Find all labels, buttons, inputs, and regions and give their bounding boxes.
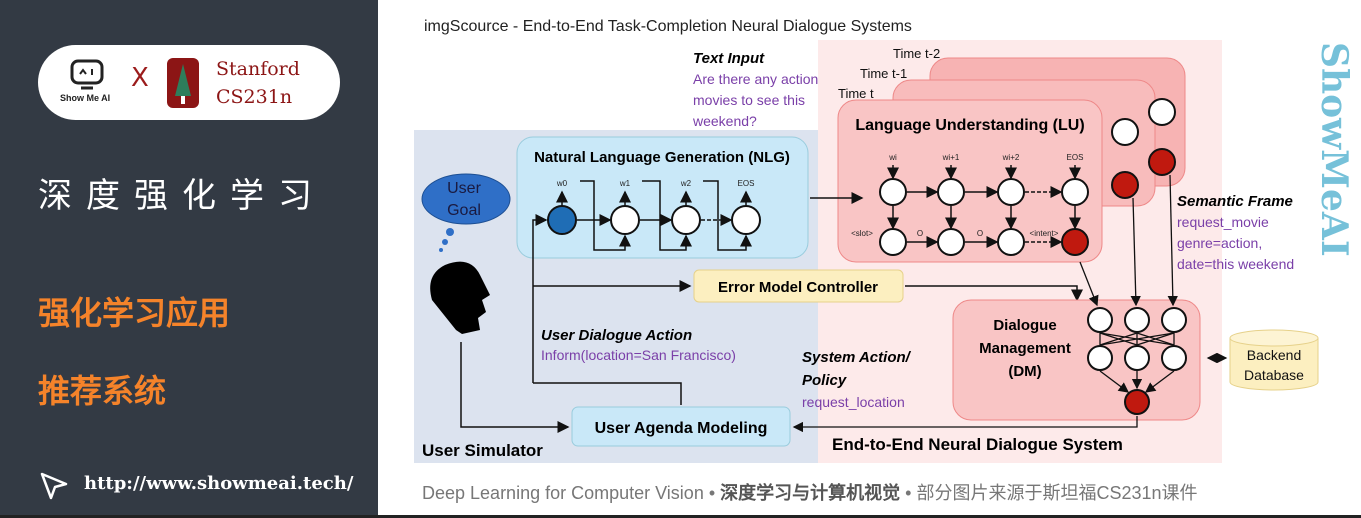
footer-course-en: Deep Learning for Computer Vision bbox=[422, 483, 704, 503]
time-label-t-1: Time t-1 bbox=[860, 66, 907, 81]
semantic-frame-heading: Semantic Frame bbox=[1177, 193, 1293, 210]
text-input-line: movies to see this bbox=[693, 92, 805, 108]
system-action-heading-2: Policy bbox=[802, 372, 847, 389]
lu-token: wi bbox=[888, 153, 897, 162]
lu-token: wi+2 bbox=[1002, 153, 1020, 162]
backend-label: Backend bbox=[1247, 347, 1301, 363]
user-goal-text: User bbox=[447, 180, 481, 197]
time-label-t-2: Time t-2 bbox=[893, 46, 940, 61]
user-simulator-label: User Simulator bbox=[422, 441, 543, 460]
dm-label: Dialogue bbox=[993, 317, 1056, 334]
text-input-heading: Text Input bbox=[693, 50, 765, 67]
showmeai-watermark: ShowMeAI bbox=[1313, 42, 1355, 257]
time-label-t: Time t bbox=[838, 86, 874, 101]
e2e-system-label: End-to-End Neural Dialogue System bbox=[832, 435, 1123, 454]
lu-tag: O bbox=[977, 229, 983, 238]
user-agenda-label: User Agenda Modeling bbox=[595, 420, 768, 437]
backend-database: Backend Database bbox=[1229, 329, 1319, 391]
dialogue-system-diagram: Text Input Are there any action movies t… bbox=[414, 40, 1355, 463]
semantic-frame-line: request_movie bbox=[1177, 214, 1269, 230]
system-action-value: request_location bbox=[802, 394, 905, 410]
footer-sep: • bbox=[900, 483, 917, 503]
lu-title: Language Understanding (LU) bbox=[855, 117, 1084, 134]
nlg-token: w0 bbox=[556, 179, 568, 188]
nlg-token: w2 bbox=[680, 179, 692, 188]
footer: Deep Learning for Computer Vision • 深度学习… bbox=[422, 479, 1198, 505]
nlg-token: EOS bbox=[738, 179, 755, 188]
lu-token: wi+1 bbox=[942, 153, 960, 162]
lu-token: EOS bbox=[1067, 153, 1084, 162]
lu-tag: <slot> bbox=[851, 229, 873, 238]
error-model-label: Error Model Controller bbox=[718, 279, 878, 296]
lu-tag: <intent> bbox=[1030, 229, 1059, 238]
footer-course-cn: 深度学习与计算机视觉 bbox=[720, 483, 901, 503]
semantic-frame-line: genre=action, bbox=[1177, 235, 1262, 251]
system-action-heading: System Action/ bbox=[802, 349, 912, 366]
user-dialogue-action-value: Inform(location=San Francisco) bbox=[541, 347, 736, 363]
backend-label: Database bbox=[1244, 367, 1304, 383]
footer-sep: • bbox=[703, 483, 721, 503]
lu-tag: O bbox=[917, 229, 923, 238]
footer-credit: 部分图片来源于斯坦福CS231n课件 bbox=[916, 483, 1198, 503]
nlg-token: w1 bbox=[619, 179, 631, 188]
user-goal-text: Goal bbox=[447, 202, 481, 219]
nlg-title: Natural Language Generation (NLG) bbox=[534, 149, 790, 166]
semantic-frame-line: date=this weekend bbox=[1177, 256, 1294, 272]
dm-label: (DM) bbox=[1008, 363, 1041, 380]
text-input-line: weekend? bbox=[692, 113, 757, 129]
user-dialogue-action-heading: User Dialogue Action bbox=[541, 327, 692, 344]
dm-label: Management bbox=[979, 340, 1071, 357]
text-input-line: Are there any action bbox=[693, 71, 818, 87]
